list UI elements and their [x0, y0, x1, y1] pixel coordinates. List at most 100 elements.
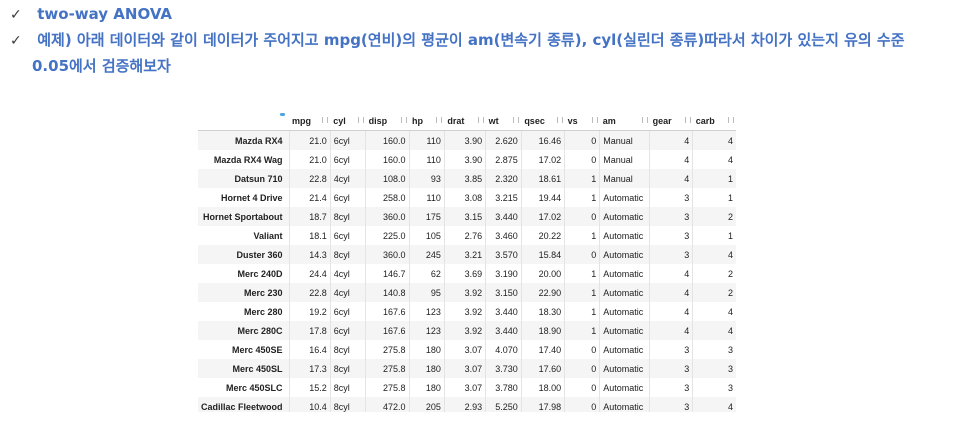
bullet-text-title: two-way ANOVA	[37, 5, 173, 23]
cell-cyl: 4cyl	[329, 283, 366, 302]
cell-cyl: 6cyl	[329, 130, 366, 150]
cell-mpg: 24.4	[288, 264, 331, 283]
column-header-carb[interactable]: carb	[692, 112, 736, 131]
table-row: Merc 230 22.8 4cyl 140.8 95 3.92 3.150 22.90 1 Au…	[198, 283, 736, 302]
cell-mpg: 17.3	[288, 359, 331, 378]
cell-qsec: 17.40	[520, 340, 565, 359]
table-row: Datsun 710 22.8 4cyl 108.0 93 3.85 2.320 18.61 1…	[198, 169, 736, 188]
column-header-disp[interactable]: disp	[365, 112, 410, 131]
cell-wt: 3.780	[485, 378, 522, 397]
cell-disp: 275.8	[365, 340, 410, 359]
column-header-hp[interactable]: hp	[409, 112, 445, 131]
cell-wt: 5.250	[485, 397, 522, 412]
cell-am: Automatic	[599, 321, 650, 340]
table-row: Merc 240D 24.4 4cyl 146.7 62 3.69 3.190 20.00 1 A…	[198, 264, 736, 283]
cell-cyl: 8cyl	[329, 207, 366, 226]
cell-am: Manual	[599, 150, 650, 169]
cell-gear: 4	[649, 150, 693, 169]
column-header-cyl[interactable]: cyl	[330, 112, 366, 131]
cell-carb: 1	[692, 169, 736, 188]
sort-icon	[436, 117, 443, 123]
cell-cyl: 6cyl	[329, 226, 366, 245]
row-name: Merc 230	[198, 283, 290, 302]
cell-mpg: 18.1	[288, 226, 331, 245]
row-name: Cadillac Fleetwood	[198, 397, 290, 412]
column-header-qsec[interactable]: qsec	[521, 112, 565, 131]
cell-vs: 1	[564, 169, 600, 188]
cell-mpg: 19.2	[288, 302, 331, 321]
row-name: Merc 240D	[237, 268, 283, 279]
cell-carb: 4	[692, 321, 736, 340]
mtcars-data-table: mpg cyl disp hp drat wt qsec vs am gear carb Mazda…	[198, 112, 736, 412]
cell-vs: 0	[564, 130, 600, 150]
column-header-label: qsec	[524, 116, 545, 126]
column-header-gear[interactable]: gear	[649, 112, 693, 131]
cell-mpg: 16.4	[288, 340, 331, 359]
cell-cyl: 4cyl	[329, 264, 366, 283]
table-row: Cadillac Fleetwood 10.4 8cyl 472.0 205 2.93 5.…	[198, 397, 736, 412]
cell-hp: 180	[408, 340, 445, 359]
cell-am: Automatic	[599, 359, 650, 378]
data-table: mpg cyl disp hp drat wt qsec vs am gear carb Mazda…	[198, 112, 736, 412]
table-row: Merc 450SE 16.4 8cyl 275.8 180 3.07 4.070 17.40…	[198, 340, 736, 359]
cell-drat: 3.90	[443, 130, 486, 150]
cell-gear: 3	[649, 378, 693, 397]
cell-am: Automatic	[599, 245, 650, 264]
cell-mpg: 22.8	[288, 169, 331, 188]
cell-wt: 3.440	[485, 321, 522, 340]
cell-mpg: 10.4	[288, 397, 331, 412]
cell-carb: 4	[692, 245, 736, 264]
bullet-two-way-anova: ✓ two-way ANOVA	[10, 3, 172, 26]
cell-qsec: 15.84	[520, 245, 565, 264]
table-row: Merc 280C 17.8 6cyl 167.6 123 3.92 3.440 18.90 1…	[198, 321, 736, 340]
cell-drat: 3.07	[443, 378, 486, 397]
check-icon: ✓	[10, 33, 22, 49]
cell-cyl: 6cyl	[329, 150, 366, 169]
cell-disp: 258.0	[365, 188, 410, 207]
cell-hp: 93	[408, 169, 445, 188]
cell-qsec: 18.30	[520, 302, 565, 321]
cell-hp: 205	[408, 397, 445, 412]
column-header-vs[interactable]: vs	[564, 112, 600, 131]
cell-wt: 3.570	[485, 245, 522, 264]
cell-qsec: 18.61	[520, 169, 565, 188]
row-name: Datsun 710	[198, 169, 290, 188]
cell-carb: 4	[692, 150, 736, 169]
table-row: Merc 450SLC 15.2 8cyl 275.8 180 3.07 3.780 18.0…	[198, 378, 736, 397]
cell-vs: 1	[564, 226, 600, 245]
column-header-mpg[interactable]: mpg	[289, 112, 331, 131]
cell-am: Automatic	[599, 378, 650, 397]
column-header-label: hp	[412, 116, 424, 126]
cell-am: Automatic	[599, 397, 650, 412]
cell-carb: 3	[692, 378, 736, 397]
cell-gear: 3	[649, 188, 693, 207]
row-name: Merc 450SE	[231, 344, 283, 355]
sort-icon	[728, 117, 734, 123]
column-header-drat[interactable]: drat	[444, 112, 486, 131]
cell-wt: 2.320	[485, 169, 522, 188]
cell-carb: 4	[692, 397, 736, 412]
column-header-am[interactable]: am	[599, 112, 650, 131]
sort-icon	[322, 117, 329, 123]
cell-qsec: 19.44	[520, 188, 565, 207]
cell-hp: 180	[408, 359, 445, 378]
cell-disp: 160.0	[365, 150, 410, 169]
row-name: Mazda RX4	[198, 130, 290, 150]
cell-disp: 167.6	[365, 321, 410, 340]
row-name: Valiant	[253, 230, 283, 241]
table-row: Merc 280 19.2 6cyl 167.6 123 3.92 3.440 18.30 1 A…	[198, 302, 736, 321]
cell-wt: 2.620	[485, 130, 522, 150]
row-name: Merc 450SL	[198, 359, 290, 378]
column-header-wt[interactable]: wt	[485, 112, 522, 131]
cell-gear: 4	[649, 302, 693, 321]
cell-hp: 180	[408, 378, 445, 397]
cell-carb: 1	[692, 226, 736, 245]
table-header-row: mpg cyl disp hp drat wt qsec vs am gear carb	[198, 112, 736, 131]
cell-qsec: 17.60	[520, 359, 565, 378]
cell-gear: 3	[649, 245, 693, 264]
column-header-label: mpg	[292, 116, 312, 126]
cell-disp: 275.8	[365, 378, 410, 397]
cell-wt: 3.150	[485, 283, 522, 302]
cell-carb: 1	[692, 188, 736, 207]
cell-hp: 123	[408, 302, 445, 321]
